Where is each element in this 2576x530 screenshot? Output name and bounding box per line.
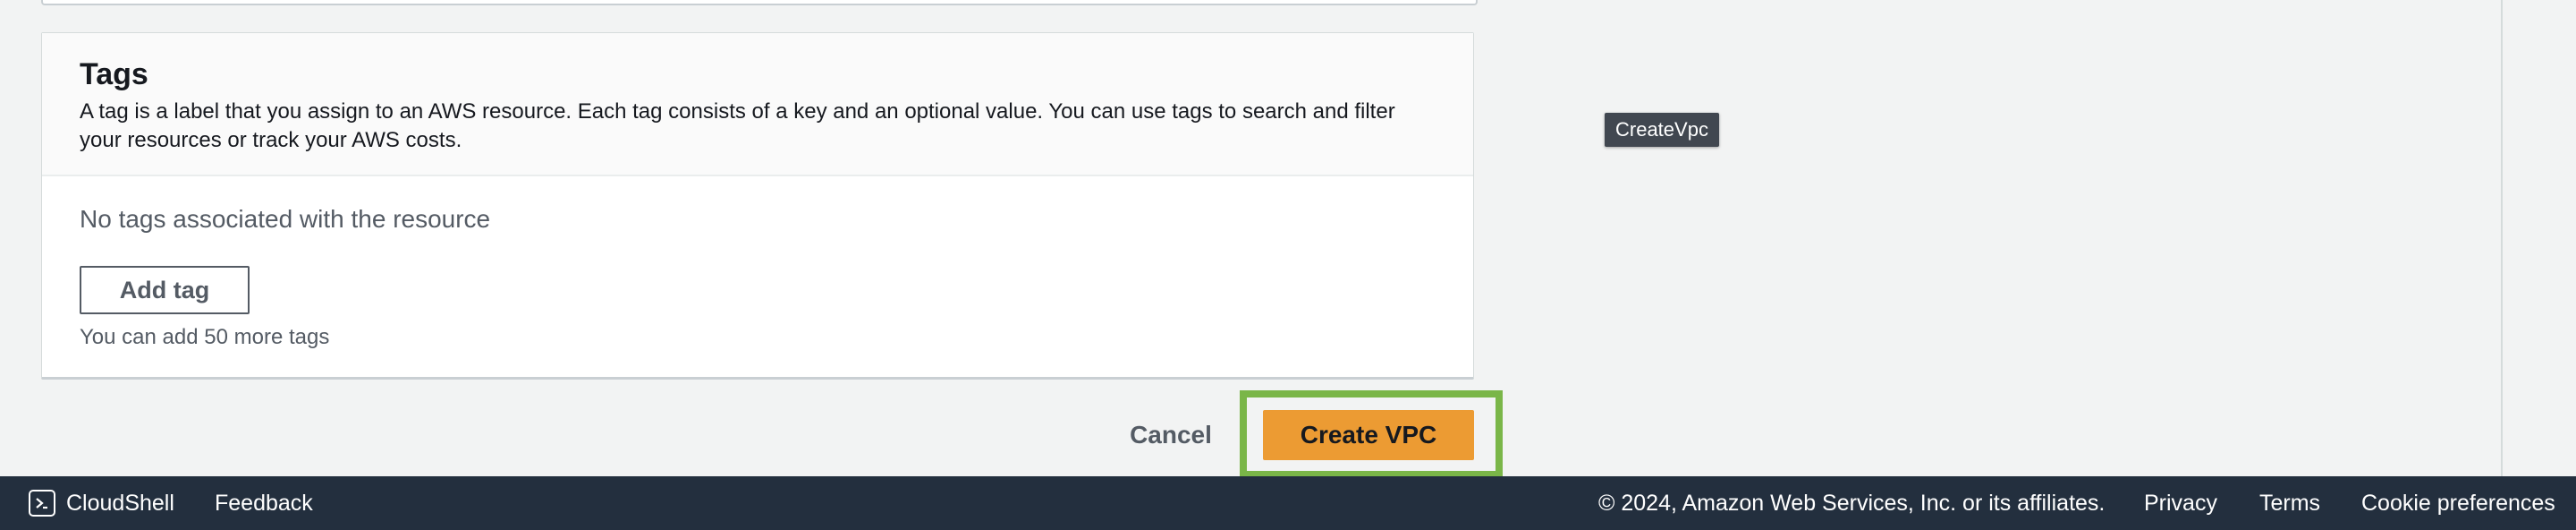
console-footer: CloudShell Feedback © 2024, Amazon Web S… xyxy=(0,476,2576,530)
cookie-preferences-link[interactable]: Cookie preferences xyxy=(2361,476,2555,530)
copyright-text: © 2024, Amazon Web Services, Inc. or its… xyxy=(1598,490,2106,516)
feedback-link[interactable]: Feedback xyxy=(215,476,313,530)
tag-limit-hint: You can add 50 more tags xyxy=(80,325,330,349)
cloudshell-link[interactable]: CloudShell xyxy=(29,476,174,530)
create-vpc-button[interactable]: Create VPC xyxy=(1263,410,1474,460)
terms-link[interactable]: Terms xyxy=(2259,476,2320,530)
tags-title: Tags xyxy=(80,57,148,91)
cloudshell-label: CloudShell xyxy=(66,490,174,516)
terminal-prompt-icon xyxy=(29,490,55,517)
cancel-button[interactable]: Cancel xyxy=(1114,414,1227,457)
create-vpc-tooltip: CreateVpc xyxy=(1605,113,1719,147)
privacy-link[interactable]: Privacy xyxy=(2144,476,2217,530)
add-tag-button[interactable]: Add tag xyxy=(80,266,250,314)
tags-panel: Tags A tag is a label that you assign to… xyxy=(41,32,1474,380)
previous-section-card xyxy=(41,0,1478,5)
tags-description: A tag is a label that you assign to an A… xyxy=(80,99,1395,152)
tags-panel-header: Tags A tag is a label that you assign to… xyxy=(42,33,1473,176)
content-edge-divider xyxy=(2501,0,2503,476)
no-tags-message: No tags associated with the resource xyxy=(80,205,491,233)
